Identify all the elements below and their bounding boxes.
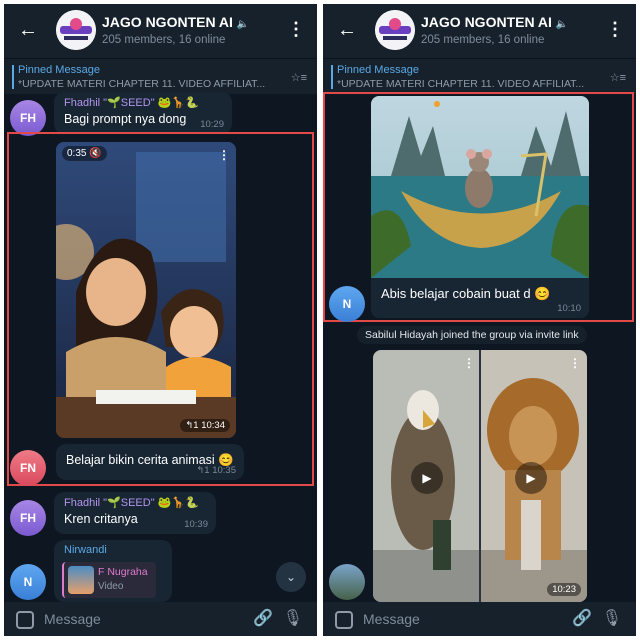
- chat-pane-left: ← JAGO NGONTEN AI 🔈 205 members, 16 onli…: [4, 4, 317, 636]
- scroll-down-button[interactable]: ⌄: [276, 562, 306, 592]
- chevron-down-icon: ⌄: [285, 570, 297, 584]
- reply-sender: F Nugraha: [98, 566, 148, 578]
- muted-icon: 🔈: [555, 19, 569, 30]
- emoji-icon[interactable]: [16, 611, 34, 629]
- group-subtitle: 205 members, 16 online: [102, 34, 226, 46]
- attach-icon[interactable]: 🔗: [253, 608, 273, 628]
- emoji-icon[interactable]: [335, 611, 353, 629]
- message-input[interactable]: Message: [44, 611, 101, 627]
- message-text: Kren critanya: [64, 512, 138, 526]
- reply-thumbnail: [68, 566, 94, 594]
- video-duration-badge: 0:35 🔇: [62, 146, 107, 161]
- video-menu-icon[interactable]: ⋮: [569, 356, 581, 370]
- video-time: 10:23: [547, 583, 581, 596]
- chat-header: ← JAGO NGONTEN AI 🔈 205 members, 16 onli…: [323, 4, 636, 58]
- pinned-message-bar[interactable]: Pinned Message *UPDATE MATERI CHAPTER 11…: [4, 58, 317, 94]
- more-menu-icon[interactable]: ⋮: [606, 20, 624, 38]
- message-time: 10:39: [184, 519, 208, 530]
- play-button[interactable]: ▶: [411, 462, 443, 494]
- avatar[interactable]: N: [329, 286, 365, 322]
- message-composer: Message 🔗 🎙: [323, 602, 636, 636]
- more-menu-icon[interactable]: ⋮: [287, 20, 305, 38]
- muted-speaker-icon[interactable]: 🔇: [89, 148, 101, 159]
- message-bubble[interactable]: Fhadhil "🌱SEED" 🐸🦒🐍 Kren critanya 10:39: [54, 492, 216, 534]
- avatar[interactable]: FN: [10, 450, 46, 486]
- mic-icon[interactable]: 🎙: [602, 608, 622, 628]
- mic-icon[interactable]: 🎙: [283, 608, 303, 628]
- group-title[interactable]: JAGO NGONTEN AI 🔈: [421, 14, 568, 30]
- back-arrow-icon[interactable]: ←: [18, 18, 38, 42]
- image-message[interactable]: Abis belajar cobain buat d 😊 10:10: [371, 96, 589, 318]
- reply-type: Video: [98, 581, 124, 592]
- avatar[interactable]: N: [10, 564, 46, 600]
- reply-preview[interactable]: F Nugraha Video: [62, 562, 156, 598]
- group-title[interactable]: JAGO NGONTEN AI 🔈: [102, 14, 249, 30]
- play-button[interactable]: ▶: [515, 462, 547, 494]
- message-text: Bagi prompt nya dong: [64, 112, 187, 126]
- pinned-indicator: [331, 65, 333, 89]
- service-message: Sabilul Hidayah joined the group via inv…: [357, 326, 587, 344]
- pin-list-icon[interactable]: ☆≡: [610, 71, 626, 84]
- back-arrow-icon[interactable]: ←: [337, 18, 357, 42]
- message-bubble[interactable]: Nirwandi F Nugraha Video: [54, 540, 172, 602]
- video-thumbnail: [56, 142, 236, 438]
- message-bubble[interactable]: Fhadhil "🌱SEED" 🐸🦒🐍 Bagi prompt nya dong…: [54, 92, 232, 134]
- play-icon: ▶: [526, 471, 536, 485]
- message-time: 10:10: [557, 303, 581, 314]
- video-time: ↰1 10:34: [180, 419, 230, 432]
- pinned-label: Pinned Message: [18, 64, 100, 76]
- message-bubble[interactable]: Belajar bikin cerita animasi 😊 ↰1 10:35: [56, 444, 244, 480]
- message-composer: Message 🔗 🎙: [4, 602, 317, 636]
- video-menu-icon[interactable]: ⋮: [463, 356, 475, 370]
- avatar[interactable]: [329, 564, 365, 600]
- pinned-text: *UPDATE MATERI CHAPTER 11. VIDEO AFFILIA…: [337, 78, 585, 90]
- sender-name: Fhadhil "🌱SEED" 🐸🦒🐍: [64, 97, 199, 109]
- attach-icon[interactable]: 🔗: [572, 608, 592, 628]
- pinned-indicator: [12, 65, 14, 89]
- sender-name: Fhadhil "🌱SEED" 🐸🦒🐍: [64, 497, 199, 509]
- video-message[interactable]: ▶ ▶ ⋮ ⋮ 10:23: [373, 350, 587, 602]
- avatar[interactable]: FH: [10, 500, 46, 536]
- play-icon: ▶: [422, 471, 432, 485]
- pinned-text: *UPDATE MATERI CHAPTER 11. VIDEO AFFILIA…: [18, 78, 266, 90]
- message-time: 10:29: [200, 119, 224, 130]
- pin-list-icon[interactable]: ☆≡: [291, 71, 307, 84]
- pinned-label: Pinned Message: [337, 64, 419, 76]
- message-input[interactable]: Message: [363, 611, 420, 627]
- video-menu-icon[interactable]: ⋮: [218, 148, 230, 162]
- chat-header: ← JAGO NGONTEN AI 🔈 205 members, 16 onli…: [4, 4, 317, 58]
- message-time: ↰1 10:35: [196, 465, 236, 476]
- image-thumbnail: [371, 96, 589, 278]
- message-text: Abis belajar cobain buat d 😊: [381, 286, 551, 301]
- group-avatar[interactable]: [375, 10, 415, 50]
- pinned-message-bar[interactable]: Pinned Message *UPDATE MATERI CHAPTER 11…: [323, 58, 636, 94]
- chat-pane-right: ← JAGO NGONTEN AI 🔈 205 members, 16 onli…: [323, 4, 636, 636]
- group-subtitle: 205 members, 16 online: [421, 34, 545, 46]
- muted-icon: 🔈: [236, 19, 250, 30]
- sender-name: Nirwandi: [64, 544, 107, 556]
- avatar[interactable]: FH: [10, 100, 46, 136]
- video-message[interactable]: 0:35 🔇 ⋮ ↰1 10:34: [56, 142, 236, 438]
- video-thumbnail: [373, 350, 587, 602]
- group-avatar[interactable]: [56, 10, 96, 50]
